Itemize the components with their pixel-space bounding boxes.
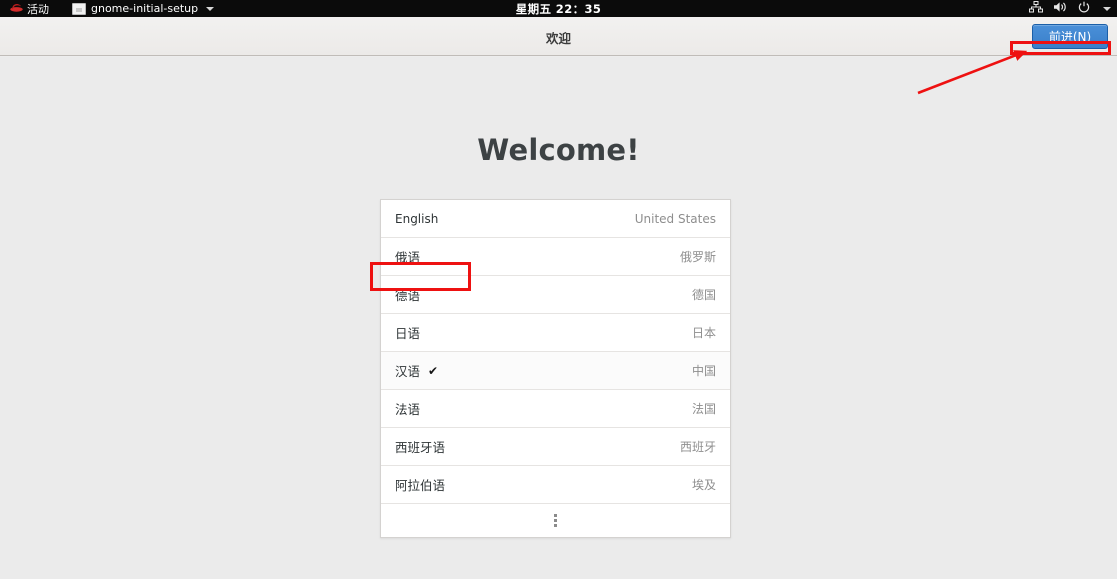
- network-icon[interactable]: [1029, 1, 1043, 16]
- list-item[interactable]: 日语 日本: [381, 314, 730, 352]
- welcome-heading: Welcome!: [477, 133, 640, 167]
- list-item[interactable]: 德语 德国: [381, 276, 730, 314]
- list-item[interactable]: 俄语 俄罗斯: [381, 238, 730, 276]
- language-name: 日语: [395, 326, 421, 341]
- show-more-languages-row[interactable]: [381, 504, 730, 537]
- language-country: 西班牙: [679, 440, 716, 454]
- language-country: 法国: [691, 402, 716, 416]
- window-header-bar: 欢迎 前进(N): [0, 17, 1117, 56]
- language-country: 埃及: [691, 478, 716, 492]
- list-item[interactable]: 法语 法国: [381, 390, 730, 428]
- main-content: Welcome! English United States 俄语 俄罗斯 德语…: [0, 57, 1117, 579]
- system-menu-caret-icon[interactable]: [1103, 6, 1111, 11]
- check-icon: ✔: [428, 363, 439, 378]
- next-button[interactable]: 前进(N): [1032, 24, 1108, 49]
- language-name: 汉语 ✔: [395, 361, 438, 380]
- volume-icon[interactable]: [1053, 1, 1068, 16]
- language-name: 德语: [395, 288, 421, 303]
- language-name: 法语: [395, 402, 421, 417]
- list-item[interactable]: 西班牙语 西班牙: [381, 428, 730, 466]
- language-name-text: 汉语: [395, 364, 421, 379]
- language-country: United States: [634, 211, 716, 226]
- system-status-area[interactable]: [1029, 0, 1111, 17]
- language-name: 俄语: [395, 250, 421, 265]
- language-name: English: [395, 211, 439, 226]
- language-country: 中国: [691, 364, 716, 378]
- more-vertical-icon: [554, 514, 557, 527]
- page-title: 欢迎: [545, 31, 571, 46]
- language-name: 阿拉伯语: [395, 478, 446, 493]
- language-country: 日本: [691, 326, 716, 340]
- language-list[interactable]: English United States 俄语 俄罗斯 德语 德国 日语 日本…: [380, 199, 731, 538]
- language-country: 德国: [691, 288, 716, 302]
- power-icon[interactable]: [1078, 1, 1090, 16]
- list-item-selected[interactable]: 汉语 ✔ 中国: [381, 352, 730, 390]
- clock[interactable]: 星期五 22：35: [0, 1, 1117, 17]
- language-country: 俄罗斯: [679, 250, 716, 264]
- gnome-top-bar: 活动 gnome-initial-setup 星期五 22：35: [0, 0, 1117, 17]
- list-item[interactable]: 阿拉伯语 埃及: [381, 466, 730, 504]
- list-item[interactable]: English United States: [381, 200, 730, 238]
- language-name: 西班牙语: [395, 440, 446, 455]
